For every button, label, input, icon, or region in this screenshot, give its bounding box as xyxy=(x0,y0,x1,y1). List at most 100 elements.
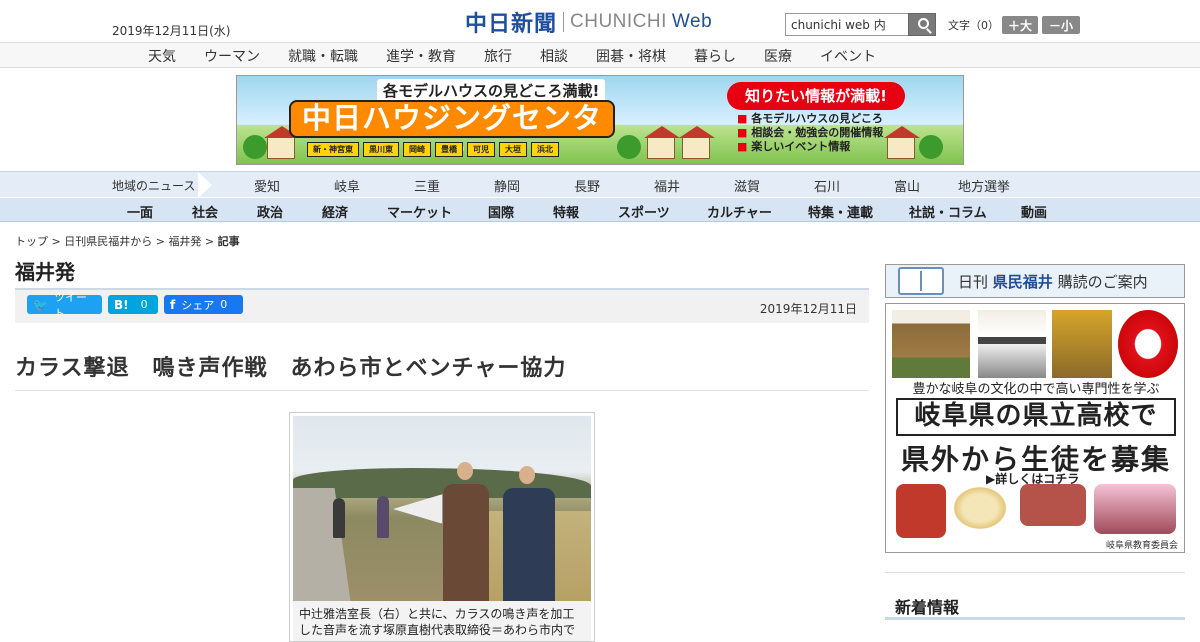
castle-illustration xyxy=(978,310,1046,378)
main-nav-item[interactable]: 一面 xyxy=(127,202,153,221)
banner-cities: 新・神宮東 黒川東 岡崎 豊橋 可児 大垣 浜北 xyxy=(307,142,559,157)
region-item[interactable]: 静岡 xyxy=(494,176,520,195)
region-item[interactable]: 岐阜 xyxy=(334,176,360,195)
banner-city: 岡崎 xyxy=(403,142,431,157)
section-title: 福井発 xyxy=(15,260,75,284)
sakura-bridge-illustration xyxy=(1094,484,1176,534)
main-nav-item[interactable]: 特集・連載 xyxy=(808,202,873,221)
cormorant-illustration xyxy=(1052,310,1112,378)
header-date: 2019年12月11日(水) xyxy=(112,24,231,38)
logo-separator xyxy=(563,12,565,32)
region-item[interactable]: 石川 xyxy=(814,176,840,195)
subscription-banner[interactable]: 日刊 県民福井 購読のご案内 xyxy=(885,264,1185,298)
font-smaller-button[interactable]: －小 xyxy=(1042,16,1080,34)
gifu-school-ad[interactable]: 豊かな岐阜の文化の中で高い専門性を学ぶ 岐阜県の県立高校で 県外から生徒を募集 … xyxy=(885,303,1185,553)
main-nav: 一面 社会 政治 経済 マーケット 国際 特報 スポーツ カルチャー 特集・連載… xyxy=(0,197,1200,222)
main-nav-item[interactable]: 経済 xyxy=(322,202,348,221)
house-illustration xyxy=(264,126,300,159)
ramen-illustration xyxy=(950,484,1010,532)
region-nav: 地域のニュース 愛知 岐阜 三重 静岡 長野 福井 滋賀 石川 富山 地方選挙 xyxy=(0,171,1200,198)
article-headline: カラス撃退 鳴き声作戦 あわら市とベンチャー協力 xyxy=(15,356,567,381)
photo-person xyxy=(377,496,389,538)
category-item[interactable]: 天気 xyxy=(148,46,176,66)
category-item[interactable]: 相談 xyxy=(540,46,568,66)
breadcrumb-separator: > xyxy=(48,235,65,248)
breadcrumb-link[interactable]: 日刊県民福井から xyxy=(64,235,152,248)
main-nav-item[interactable]: 政治 xyxy=(257,202,283,221)
breadcrumb-link[interactable]: トップ xyxy=(15,235,48,248)
region-item[interactable]: 滋賀 xyxy=(734,176,760,195)
tweet-button[interactable]: 🐦 ツイート xyxy=(27,291,102,320)
breadcrumb-link[interactable]: 福井発 xyxy=(168,235,201,248)
banner-city: 大垣 xyxy=(499,142,527,157)
region-nav-label: 地域のニュース xyxy=(112,179,196,193)
region-chevron-icon xyxy=(198,172,222,198)
site-header: 2019年12月11日(水) 中日新聞 CHUNICHIWeb 文字（0） ＋大… xyxy=(0,0,1200,42)
region-item[interactable]: 富山 xyxy=(894,176,920,195)
region-item[interactable]: 愛知 xyxy=(254,176,280,195)
logo-japanese: 中日新聞 xyxy=(465,11,558,37)
main-nav-item[interactable]: スポーツ xyxy=(618,202,670,221)
photo-caption: 中辻雅浩室長（右）と共に、カラスの鳴き声を加工した音声を流す塚原直樹代表取締役＝… xyxy=(293,601,591,641)
site-logo[interactable]: 中日新聞 CHUNICHI Web xyxy=(465,9,713,37)
main-nav-item[interactable]: 社説・コラム xyxy=(909,202,987,221)
gassho-house-illustration xyxy=(892,310,970,378)
category-item[interactable]: 就職・転職 xyxy=(288,46,358,66)
breadcrumb-current: 記事 xyxy=(217,235,240,248)
festival-float-illustration xyxy=(896,484,946,538)
housing-center-banner[interactable]: 各モデルハウスの見どころ満載! 中日ハウジングセンター 新・神宮東 黒川東 岡崎… xyxy=(236,75,964,165)
category-item[interactable]: 旅行 xyxy=(484,46,512,66)
search-input[interactable] xyxy=(785,13,908,36)
main-nav-item[interactable]: 動画 xyxy=(1021,202,1047,221)
hatena-bookmark-button[interactable]: B! 0 xyxy=(108,295,158,314)
breadcrumb-separator: > xyxy=(201,235,218,248)
article-photo: 中辻雅浩室長（右）と共に、カラスの鳴き声を加工した音声を流す塚原直樹代表取締役＝… xyxy=(289,412,595,642)
banner-title: 中日ハウジングセンター xyxy=(289,100,615,164)
category-item[interactable]: 囲碁・将棋 xyxy=(596,46,666,66)
headline-divider xyxy=(15,390,869,391)
main-nav-item[interactable]: 特報 xyxy=(553,202,579,221)
category-nav: 天気 ウーマン 就職・転職 進学・教育 旅行 相談 囲碁・将棋 暮らし 医療 イ… xyxy=(0,42,1200,68)
share-bar: 🐦 ツイート B! 0 f シェア 0 2019年12月11日 xyxy=(15,290,869,323)
latest-news-title: 新着情報 xyxy=(895,598,960,617)
main-nav-item[interactable]: 社会 xyxy=(192,202,218,221)
facebook-share-button[interactable]: f シェア 0 xyxy=(164,295,243,314)
region-item[interactable]: 地方選挙 xyxy=(958,176,1010,195)
category-item[interactable]: 進学・教育 xyxy=(386,46,456,66)
subscription-text: 日刊 県民福井 購読のご案内 xyxy=(958,273,1148,291)
photo-person xyxy=(503,488,555,601)
megaphone-icon xyxy=(393,494,443,524)
ad-sponsor: 岐阜県教育委員会 xyxy=(1105,541,1178,551)
breadcrumb-separator: > xyxy=(152,235,169,248)
beef-illustration xyxy=(1020,484,1086,526)
main-nav-item[interactable]: 国際 xyxy=(488,202,514,221)
category-item[interactable]: イベント xyxy=(820,46,876,66)
banner-info-badge: 知りたい情報が満載! xyxy=(727,82,905,110)
search-button[interactable] xyxy=(908,13,936,36)
house-illustration xyxy=(884,126,920,159)
category-item[interactable]: ウーマン xyxy=(204,46,260,66)
tree-illustration xyxy=(243,135,267,159)
banner-city: 浜北 xyxy=(531,142,559,157)
logo-english: CHUNICHI Web xyxy=(570,11,713,32)
ad-boxed-title: 岐阜県の県立高校で xyxy=(896,398,1176,436)
ad-subtitle: 豊かな岐阜の文化の中で高い専門性を学ぶ xyxy=(912,382,1160,397)
twitter-bird-icon: 🐦 xyxy=(33,297,48,312)
category-item[interactable]: 医療 xyxy=(764,46,792,66)
tree-illustration xyxy=(617,135,641,159)
region-item[interactable]: 三重 xyxy=(414,176,440,195)
region-item[interactable]: 福井 xyxy=(654,176,680,195)
font-larger-button[interactable]: ＋大 xyxy=(1002,16,1038,34)
banner-info-list: 各モデルハウスの見どころ 相談会・勉強会の開催情報 楽しいイベント情報 xyxy=(737,112,883,154)
main-nav-item[interactable]: マーケット xyxy=(387,202,452,221)
latest-news-underline xyxy=(885,617,1185,620)
region-item[interactable]: 長野 xyxy=(574,176,600,195)
banner-top-text: 各モデルハウスの見どころ満載! xyxy=(377,79,606,102)
category-item[interactable]: 暮らし xyxy=(694,46,736,66)
banner-info-item: 相談会・勉強会の開催情報 xyxy=(737,126,883,140)
photo-person-head xyxy=(457,462,473,480)
main-nav-item[interactable]: カルチャー xyxy=(707,202,772,221)
facebook-count: 0 xyxy=(220,298,228,311)
photo-image[interactable] xyxy=(293,416,591,601)
photo-person xyxy=(443,484,489,601)
